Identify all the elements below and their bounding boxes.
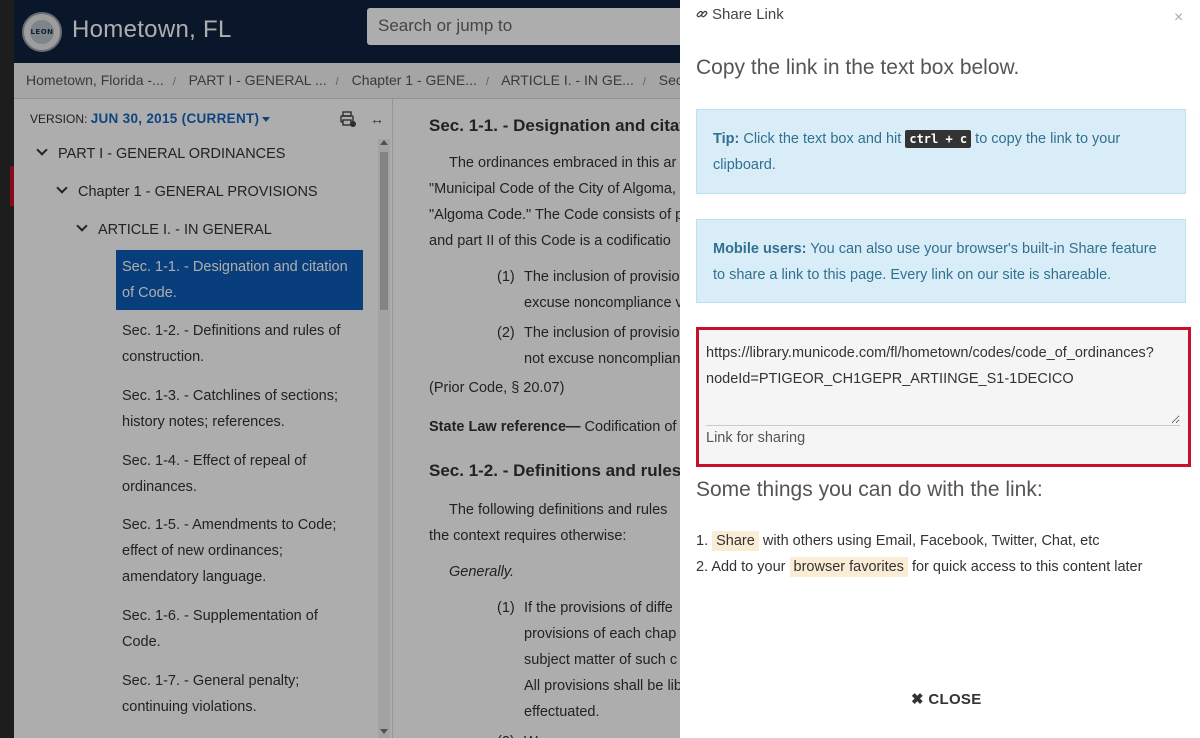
- share-link-modal: Share Link × Copy the link in the text b…: [680, 0, 1200, 738]
- modal-subheading: Some things you can do with the link:: [696, 478, 1043, 501]
- list-text: 2. Add to your: [696, 559, 786, 575]
- modal-title: Share Link: [696, 6, 784, 23]
- keyboard-shortcut: ctrl + c: [905, 130, 972, 148]
- list-number: 1.: [696, 533, 709, 549]
- tip-label: Tip:: [713, 131, 740, 147]
- share-link-textarea[interactable]: [706, 340, 1180, 424]
- list-text: for quick access to this content later: [911, 559, 1143, 575]
- modal-title-text: Share Link: [712, 6, 784, 23]
- link-field-label: Link for sharing: [706, 430, 806, 446]
- field-underline: [706, 425, 1180, 426]
- mobile-alert: Mobile users: You can also use your brow…: [696, 219, 1186, 303]
- close-button-label: CLOSE: [928, 691, 982, 708]
- list-text: with others using Email, Facebook, Twitt…: [762, 533, 1100, 549]
- close-button[interactable]: ✖ CLOSE: [911, 690, 982, 708]
- highlight-favorites: browser favorites: [789, 557, 908, 577]
- modal-backdrop[interactable]: [0, 0, 680, 738]
- link-icon: [696, 10, 708, 18]
- tip-text: Click the text box and hit: [739, 131, 906, 147]
- modal-heading: Copy the link in the text box below.: [696, 56, 1020, 79]
- share-link-box: Link for sharing: [696, 327, 1191, 467]
- close-icon: ✖: [911, 691, 924, 708]
- highlight-share: Share: [712, 531, 759, 551]
- list-item: 2. Add to your browser favorites for qui…: [696, 557, 1143, 577]
- close-icon[interactable]: ×: [1174, 9, 1183, 27]
- mobile-label: Mobile users:: [713, 241, 807, 257]
- list-item: 1. Share with others using Email, Facebo…: [696, 531, 1100, 551]
- tip-alert: Tip: Click the text box and hit ctrl + c…: [696, 109, 1186, 194]
